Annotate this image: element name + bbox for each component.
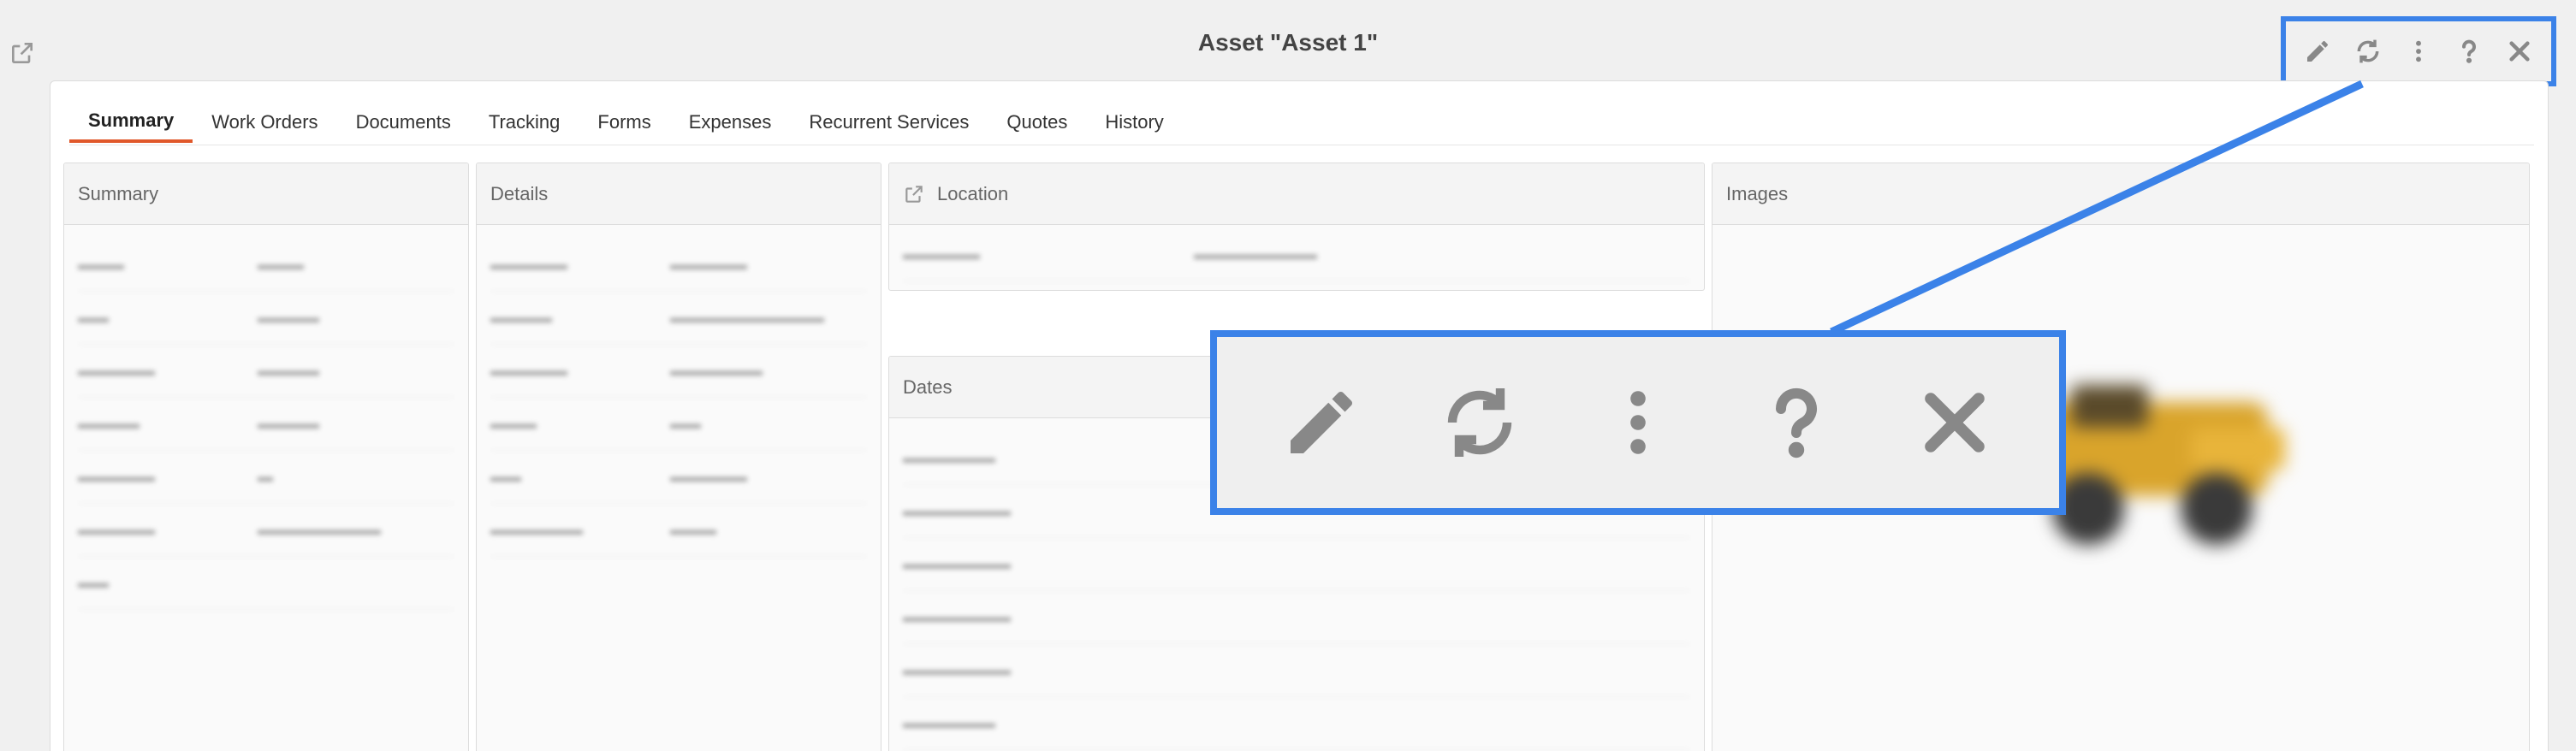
edit-button-zoomed[interactable] — [1274, 376, 1368, 470]
more-button[interactable] — [2403, 36, 2434, 67]
question-icon — [2461, 39, 2476, 63]
more-vertical-icon — [1630, 391, 1646, 454]
close-icon — [1924, 393, 1985, 452]
refresh-icon — [1447, 388, 1512, 457]
tab-bar: Summary Work Orders Documents Tracking F… — [69, 102, 1183, 143]
tab-tracking[interactable]: Tracking — [470, 102, 579, 143]
tab-documents[interactable]: Documents — [337, 102, 470, 143]
details-panel: Details ▬▬▬▬▬ ▬▬▬▬▬ ▬▬▬▬ ▬▬▬▬▬▬▬▬▬▬ ▬▬▬▬▬ ▬… — [476, 163, 881, 751]
tab-expenses[interactable]: Expenses — [670, 102, 791, 143]
pencil-icon — [2307, 40, 2329, 62]
refresh-button-zoomed[interactable] — [1433, 376, 1527, 470]
details-fields: ▬▬▬▬▬ ▬▬▬▬▬ ▬▬▬▬ ▬▬▬▬▬▬▬▬▬▬ ▬▬▬▬▬ ▬▬▬▬▬▬ ▬▬… — [477, 225, 881, 571]
page-title: Asset "Asset 1" — [1197, 29, 1379, 56]
more-vertical-icon — [2416, 40, 2421, 62]
tab-history[interactable]: History — [1086, 102, 1182, 143]
refresh-icon — [2357, 39, 2379, 63]
tab-work-orders[interactable]: Work Orders — [193, 102, 336, 143]
details-panel-title: Details — [490, 182, 549, 204]
location-panel-header: Location — [889, 163, 1704, 225]
details-panel-header: Details — [477, 163, 881, 225]
toolbar — [2281, 16, 2556, 86]
open-external-icon[interactable] — [903, 183, 925, 205]
location-fields: ▬▬▬▬▬ ▬▬▬▬▬▬▬▬ — [889, 225, 1704, 290]
summary-fields: ▬▬▬ ▬▬▬ ▬▬ ▬▬▬▬ ▬▬▬▬▬ ▬▬▬▬ ▬▬▬▬ ▬▬▬▬ ▬▬▬▬▬ ▬ … — [64, 225, 468, 624]
summary-panel: Summary ▬▬▬ ▬▬▬ ▬▬ ▬▬▬▬ ▬▬▬▬▬ ▬▬▬▬ ▬▬▬▬ ▬▬▬▬… — [63, 163, 469, 751]
summary-panel-title: Summary — [78, 182, 159, 204]
tab-quotes[interactable]: Quotes — [988, 102, 1086, 143]
close-button-zoomed[interactable] — [1908, 376, 2002, 470]
question-icon — [1775, 387, 1817, 458]
close-icon — [2508, 41, 2530, 62]
refresh-button[interactable] — [2353, 36, 2383, 67]
more-button-zoomed[interactable] — [1591, 376, 1685, 470]
dates-panel-title: Dates — [903, 376, 953, 398]
pencil-icon — [1291, 391, 1353, 453]
help-button-zoomed[interactable] — [1749, 376, 1843, 470]
location-panel: Location ▬▬▬▬▬ ▬▬▬▬▬▬▬▬ — [888, 163, 1705, 291]
toolbar-zoom-callout — [1210, 330, 2066, 515]
tab-recurrent-services[interactable]: Recurrent Services — [790, 102, 988, 143]
location-panel-title: Location — [937, 182, 1009, 204]
tab-forms[interactable]: Forms — [579, 102, 669, 143]
tab-summary[interactable]: Summary — [69, 102, 193, 143]
images-panel-title: Images — [1726, 182, 1789, 204]
images-panel-header: Images — [1712, 163, 2529, 225]
summary-panel-header: Summary — [64, 163, 468, 225]
close-button[interactable] — [2504, 36, 2535, 67]
help-button[interactable] — [2454, 36, 2484, 67]
edit-button[interactable] — [2302, 36, 2333, 67]
